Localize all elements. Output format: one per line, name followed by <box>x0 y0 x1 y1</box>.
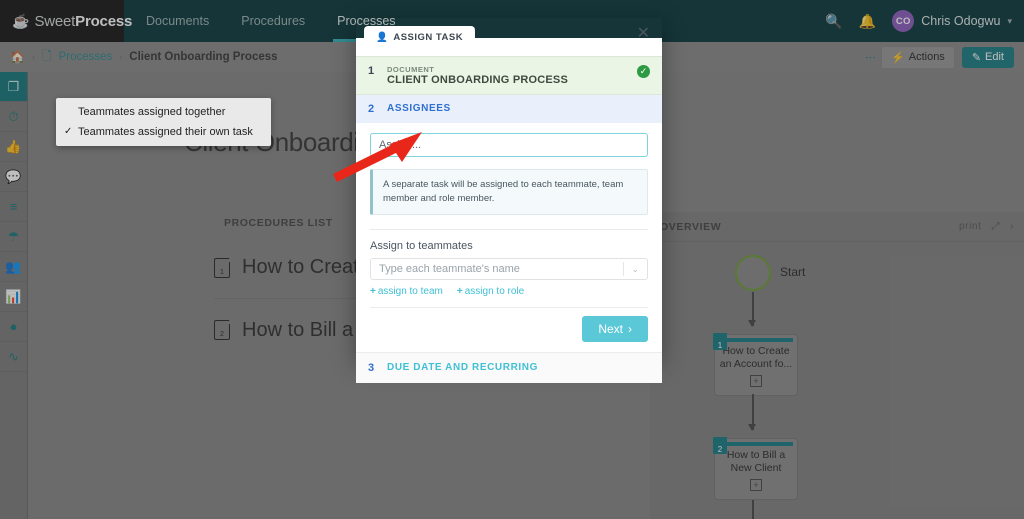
step-number: 3 <box>368 362 376 374</box>
divider <box>370 229 648 230</box>
step-number: 1 <box>368 65 376 77</box>
tab-assign-task[interactable]: 👤 ASSIGN TASK <box>364 26 475 50</box>
modal-tab-bar: 👤 ASSIGN TASK ✕ <box>356 18 662 38</box>
step-due-date-title: DUE DATE AND RECURRING <box>387 362 538 373</box>
teammates-input[interactable]: Type each teammate's name ⌄ <box>370 258 648 280</box>
step-document[interactable]: 1 DOCUMENT CLIENT ONBOARDING PROCESS ✓ <box>356 56 662 95</box>
close-icon[interactable]: ✕ <box>637 26 650 42</box>
teammates-input-placeholder: Type each teammate's name <box>379 263 520 275</box>
step-document-title: CLIENT ONBOARDING PROCESS <box>387 74 568 86</box>
divider <box>370 307 648 308</box>
assignees-panel: Assign... A separate task will be assign… <box>356 123 662 352</box>
chevron-right-icon: › <box>628 322 632 336</box>
app-root: ☕ SweetProcess Documents Procedures Proc… <box>0 0 1024 519</box>
assign-to-team-label: assign to team <box>378 286 443 297</box>
modal-body: 1 DOCUMENT CLIENT ONBOARDING PROCESS ✓ 2… <box>356 56 662 383</box>
assign-mode-select-row: Assign... <box>370 133 648 157</box>
assign-to-role-link[interactable]: +assign to role <box>457 286 524 297</box>
assign-to-teammates-label: Assign to teammates <box>370 240 648 252</box>
next-button[interactable]: Next › <box>582 316 648 342</box>
plus-icon: + <box>457 286 463 297</box>
dropdown-option-own-task[interactable]: ✓ Teammates assigned their own task <box>56 122 271 142</box>
person-icon: 👤 <box>376 32 388 43</box>
chevron-down-icon[interactable]: ⌄ <box>624 264 639 275</box>
assign-mode-dropdown: Teammates assigned together ✓ Teammates … <box>56 98 271 146</box>
assign-to-role-label: assign to role <box>465 286 524 297</box>
plus-icon: + <box>370 286 376 297</box>
assign-extra-links: +assign to team +assign to role <box>370 286 648 297</box>
step-document-kicker: DOCUMENT <box>387 65 568 74</box>
assign-mode-value: Assign... <box>379 139 421 151</box>
check-icon: ✓ <box>64 126 72 137</box>
assign-mode-select[interactable]: Assign... <box>370 133 648 157</box>
modal-footer: Next › <box>370 316 648 352</box>
step-document-text: DOCUMENT CLIENT ONBOARDING PROCESS <box>387 65 568 86</box>
next-button-label: Next <box>598 322 623 336</box>
dropdown-option-own-task-label: Teammates assigned their own task <box>78 126 253 138</box>
assign-to-team-link[interactable]: +assign to team <box>370 286 443 297</box>
tab-assign-task-label: ASSIGN TASK <box>393 32 463 43</box>
assign-task-modal: 👤 ASSIGN TASK ✕ 1 DOCUMENT CLIENT ONBOAR… <box>356 18 662 360</box>
step-assignees[interactable]: 2 ASSIGNEES <box>356 95 662 123</box>
step-due-date[interactable]: 3 DUE DATE AND RECURRING <box>356 352 662 383</box>
assign-mode-note: A separate task will be assigned to each… <box>370 169 648 215</box>
step-number: 2 <box>368 103 376 115</box>
step-assignees-title: ASSIGNEES <box>387 103 451 114</box>
check-icon: ✓ <box>637 65 650 78</box>
dropdown-option-together[interactable]: Teammates assigned together <box>56 102 271 122</box>
dropdown-option-together-label: Teammates assigned together <box>78 106 225 118</box>
